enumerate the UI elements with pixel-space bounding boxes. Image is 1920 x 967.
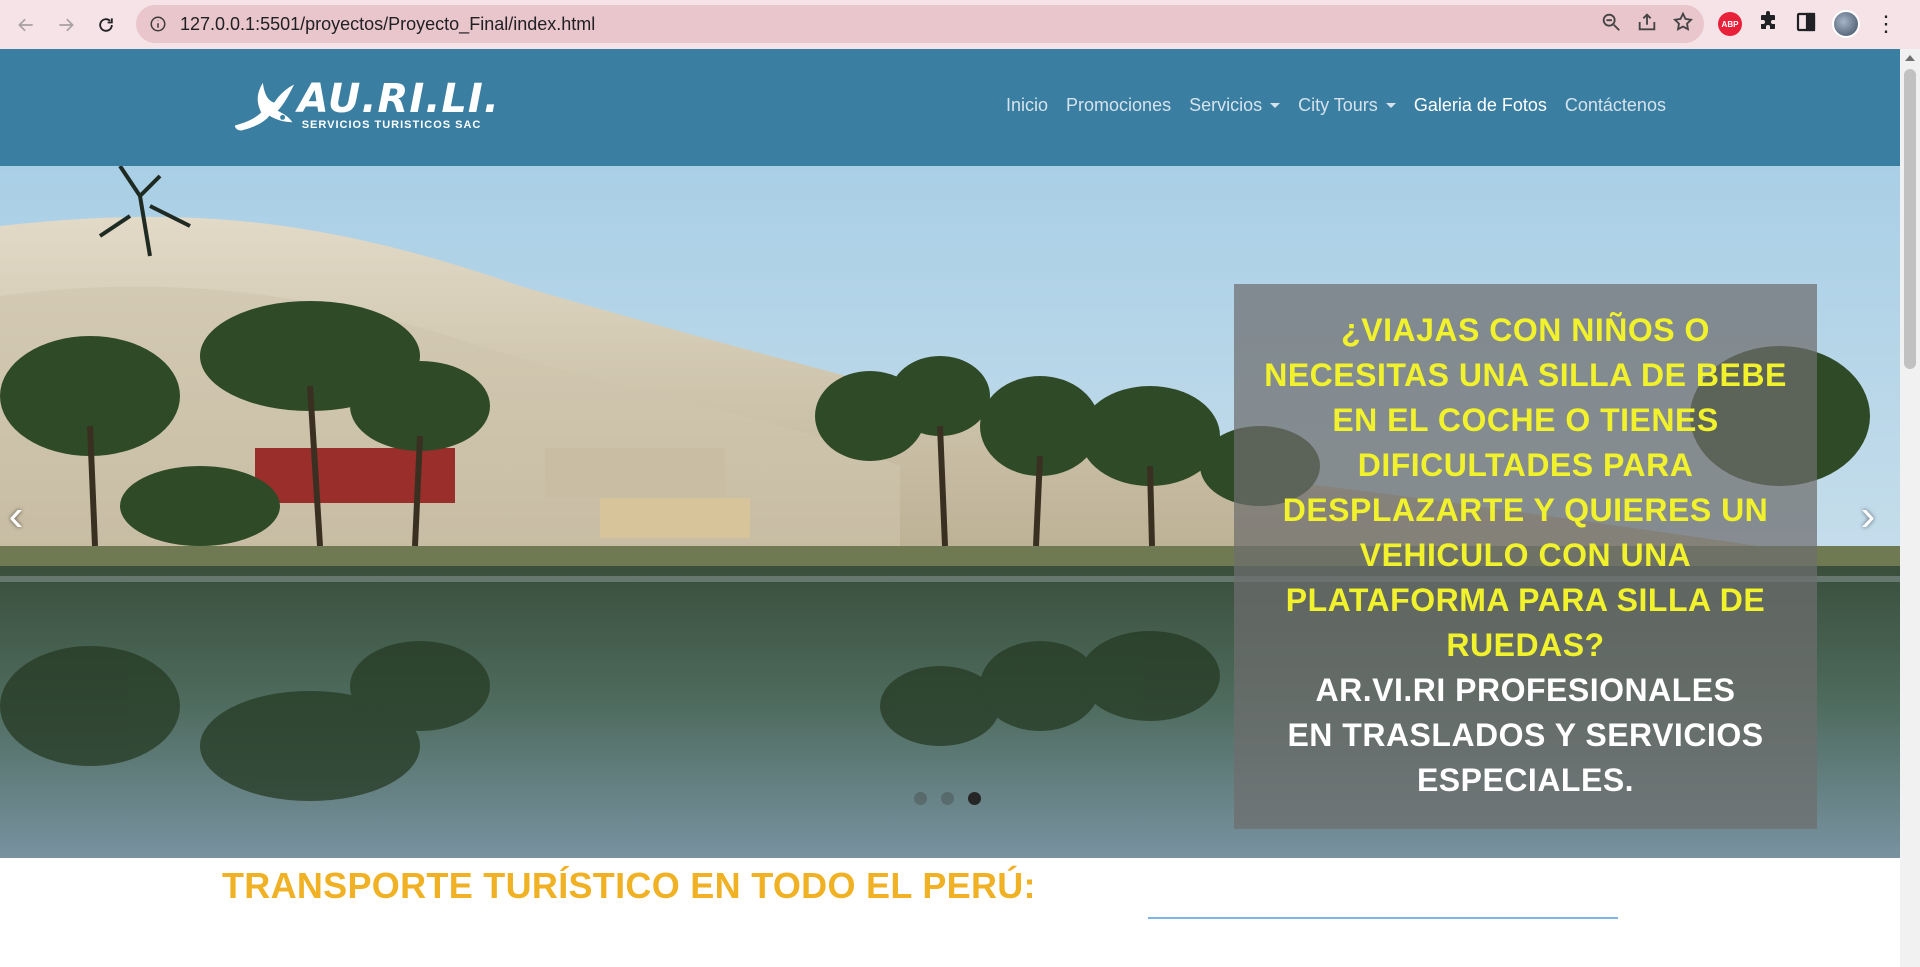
menu-item-city-tours[interactable]: City Tours: [1298, 95, 1396, 116]
page-scrollbar[interactable]: [1900, 49, 1920, 967]
site-navbar: AU.RI.LI. SERVICIOS TURISTICOS SAC Inici…: [0, 49, 1900, 166]
bird-logo-icon: [234, 82, 295, 130]
carousel-caption: ¿VIAJAS CON NIÑOS O NECESITAS UNA SILLA …: [1234, 284, 1817, 829]
carousel-prev-icon[interactable]: ‹: [0, 491, 36, 540]
caption-answer-line-2: EN TRASLADOS Y SERVICIOS ESPECIALES.: [1287, 717, 1764, 798]
scroll-up-icon[interactable]: [1905, 55, 1915, 61]
address-bar[interactable]: 127.0.0.1:5501/proyectos/Proyecto_Final/…: [136, 5, 1704, 43]
forward-icon[interactable]: [46, 5, 86, 45]
caption-answer-line-1: AR.VI.RI PROFESIONALES: [1315, 672, 1736, 708]
content-divider: [1148, 917, 1618, 919]
menu-item-galeria-de-fotos[interactable]: Galeria de Fotos: [1414, 95, 1547, 116]
caret-down-icon: [1385, 103, 1396, 108]
web-page: AU.RI.LI. SERVICIOS TURISTICOS SAC Inici…: [0, 49, 1900, 967]
more-menu-icon[interactable]: ⋮: [1874, 11, 1898, 36]
logo-wordmark: AU.RI.LI.: [297, 75, 500, 122]
hero-carousel: ‹ › ¿VIAJAS CON NIÑOS O NECESITAS UNA SI…: [0, 166, 1900, 858]
caret-down-icon: [1270, 103, 1281, 108]
scrollbar-thumb[interactable]: [1904, 69, 1916, 369]
main-menu: Inicio Promociones Servicios City Tours …: [1006, 95, 1666, 116]
site-logo[interactable]: AU.RI.LI. SERVICIOS TURISTICOS SAC: [230, 67, 500, 142]
extensions-puzzle-icon[interactable]: [1756, 10, 1780, 39]
profile-avatar[interactable]: [1832, 10, 1860, 38]
menu-item-label: Promociones: [1066, 95, 1172, 115]
browser-toolbar: 127.0.0.1:5501/proyectos/Proyecto_Final/…: [0, 0, 1920, 49]
section-title: TRANSPORTE TURÍSTICO EN TODO EL PERÚ:: [222, 865, 1036, 906]
menu-item-servicios[interactable]: Servicios: [1189, 95, 1281, 116]
carousel-indicator-1[interactable]: [914, 792, 927, 805]
caption-question: ¿VIAJAS CON NIÑOS O NECESITAS UNA SILLA …: [1264, 312, 1787, 663]
menu-item-label: City Tours: [1298, 95, 1378, 115]
zoom-icon[interactable]: [1600, 11, 1622, 38]
logo-tagline: SERVICIOS TURISTICOS SAC: [301, 118, 482, 131]
menu-item-label: Galeria de Fotos: [1413, 95, 1547, 115]
adblock-icon[interactable]: ABP: [1718, 12, 1742, 36]
share-icon[interactable]: [1636, 11, 1658, 38]
side-panel-icon[interactable]: [1794, 10, 1818, 39]
menu-item-promociones[interactable]: Promociones: [1066, 95, 1171, 116]
url-text[interactable]: 127.0.0.1:5501/proyectos/Proyecto_Final/…: [180, 14, 595, 35]
menu-item-inicio[interactable]: Inicio: [1006, 95, 1048, 116]
reload-icon[interactable]: [86, 5, 126, 45]
menu-item-label: Inicio: [1006, 95, 1049, 115]
bookmark-star-icon[interactable]: [1672, 11, 1694, 38]
carousel-next-icon[interactable]: ›: [1848, 491, 1888, 540]
carousel-indicator-2[interactable]: [941, 792, 954, 805]
menu-item-label: Servicios: [1189, 95, 1263, 115]
back-icon[interactable]: [6, 5, 46, 45]
menu-item-contactenos[interactable]: Contáctenos: [1565, 95, 1666, 116]
site-info-icon[interactable]: [148, 14, 168, 34]
menu-item-label: Contáctenos: [1564, 95, 1666, 115]
carousel-indicators: [914, 792, 981, 805]
carousel-indicator-3[interactable]: [968, 792, 981, 805]
